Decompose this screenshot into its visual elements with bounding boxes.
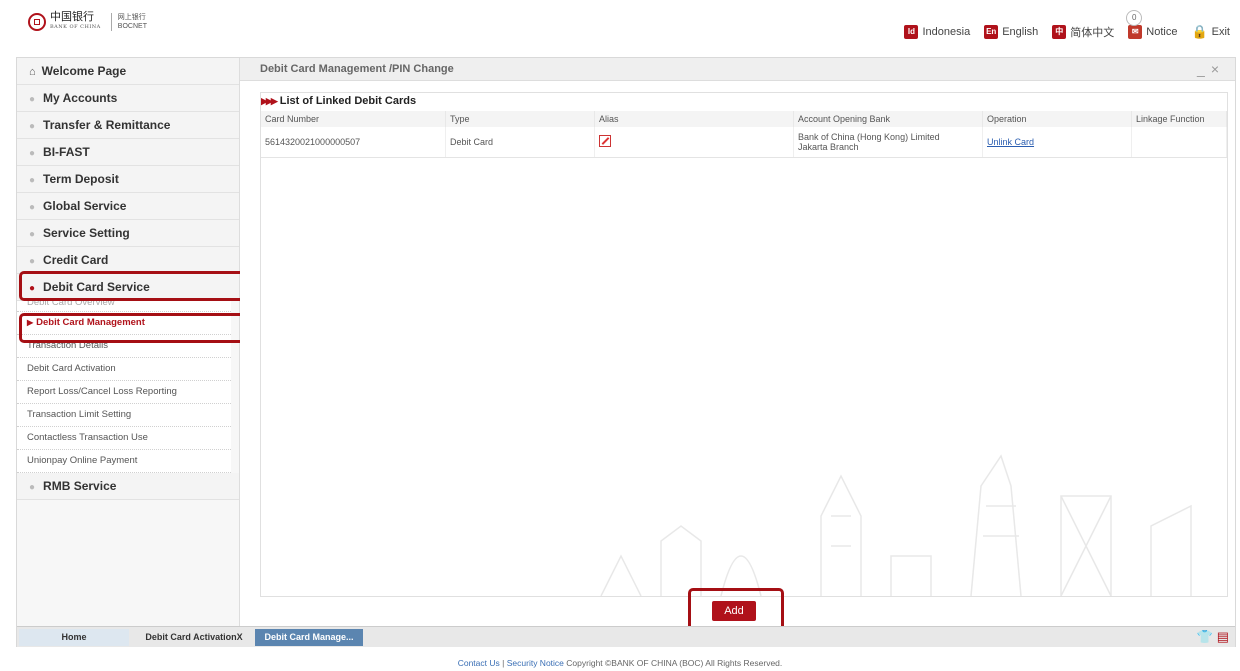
sidebar-item-my-accounts[interactable]: ● My Accounts <box>17 85 239 112</box>
footer-separator: | <box>502 658 505 668</box>
tab-debit-card-management[interactable]: Debit Card Manage... <box>255 629 363 646</box>
sidebar-item-service-setting[interactable]: ● Service Setting <box>17 220 239 247</box>
sidebar-item-label: Term Deposit <box>43 172 119 186</box>
city-skyline-watermark <box>600 454 1192 596</box>
bank-line-2: Jakarta Branch <box>798 142 859 152</box>
security-notice-link[interactable]: Security Notice <box>507 658 564 668</box>
sidebar-item-credit-card[interactable]: ● Credit Card <box>17 247 239 274</box>
type-cell: Debit Card <box>445 127 595 158</box>
bank-name-cn: 中国银行 <box>50 10 94 23</box>
bank-logo: 中国银行 BANK OF CHINA 网上银行 BOCNET <box>28 10 147 32</box>
bottom-tab-bar: Home Debit Card ActivationX Debit Card M… <box>17 626 1235 647</box>
chinese-flag-icon: 中 <box>1052 25 1067 39</box>
copyright-text: Copyright ©BANK OF CHINA (BOC) All Right… <box>566 658 783 668</box>
bank-cell: Bank of China (Hong Kong) Limited Jakarta… <box>793 127 983 158</box>
list-heading-label: List of Linked Debit Cards <box>279 95 417 107</box>
top-bar: 中国银行 BANK OF CHINA 网上银行 BOCNET Id Indone… <box>0 0 1240 56</box>
bullet-icon: ● <box>29 148 36 159</box>
service-name-cn: 网上银行 <box>117 14 146 21</box>
lang-english-label: English <box>1002 26 1039 38</box>
english-flag-icon: En <box>984 25 999 39</box>
tab-debit-card-activation[interactable]: Debit Card ActivationX <box>135 629 253 646</box>
col-card-number: Card Number <box>261 111 446 127</box>
table-row: 5614320021000000507 Debit Card Bank of C… <box>261 127 1227 158</box>
bank-name-en: BANK OF CHINA <box>50 24 101 30</box>
indonesia-flag-icon: Id <box>904 25 919 39</box>
cards-panel: ▶▶▶ List of Linked Debit Cards Card Numbe… <box>260 92 1228 597</box>
service-name-en: BOCNET <box>117 23 147 30</box>
sidebar-item-label: Global Service <box>43 199 127 213</box>
col-type: Type <box>445 111 595 127</box>
boc-logo-icon <box>28 13 46 31</box>
lang-indonesia-label: Indonesia <box>922 26 971 38</box>
list-heading: ▶▶▶ List of Linked Debit Cards <box>261 93 416 109</box>
highlight-debit-card-management <box>19 313 247 343</box>
lang-chinese-link[interactable]: 中 简体中文 <box>1052 24 1114 40</box>
bank-line-1: Bank of China (Hong Kong) Limited <box>798 132 940 142</box>
unlink-card-link[interactable]: Unlink Card <box>982 127 1132 158</box>
notice-link[interactable]: 0 ✉ Notice <box>1126 10 1178 39</box>
lang-chinese-label: 简体中文 <box>1070 27 1115 39</box>
col-linkage: Linkage Function <box>1131 111 1227 127</box>
bullet-icon: ● <box>29 229 36 240</box>
sidebar-item-label: RMB Service <box>43 479 117 493</box>
page-title: Debit Card Management /PIN Change <box>260 63 454 75</box>
edit-icon[interactable] <box>599 135 611 147</box>
exit-link[interactable]: 🔒 Exit <box>1191 24 1230 40</box>
linkage-cell <box>1131 127 1227 158</box>
lock-icon: 🔒 <box>1191 24 1208 39</box>
sidebar-sub-contactless[interactable]: Contactless Transaction Use <box>17 427 231 450</box>
alias-cell <box>594 127 794 158</box>
content-area: Debit Card Management /PIN Change _× ▶▶▶… <box>240 58 1235 632</box>
sidebar-sub-debit-card-overview[interactable]: Debit Card Overview <box>17 301 231 312</box>
sidebar-sub-report-loss[interactable]: Report Loss/Cancel Loss Reporting <box>17 381 231 404</box>
bullet-icon: ● <box>29 482 36 493</box>
main-frame: ⌂ Welcome Page ● My Accounts ● Transfer & R… <box>16 57 1236 647</box>
close-icon[interactable]: × <box>1211 61 1225 77</box>
col-bank: Account Opening Bank <box>793 111 983 127</box>
sidebar-item-label: Service Setting <box>43 226 130 240</box>
linked-cards-table: Card Number Type Alias Account Opening B… <box>261 111 1227 158</box>
bullet-icon: ● <box>29 202 36 213</box>
tab-home[interactable]: Home <box>19 629 129 646</box>
triple-arrow-icon: ▶▶▶ <box>261 96 278 106</box>
minimize-icon[interactable]: _ <box>1197 61 1211 77</box>
bullet-icon: ● <box>29 94 36 105</box>
notice-label: Notice <box>1146 26 1178 38</box>
sidebar-item-label: Transfer & Remittance <box>43 118 171 132</box>
lang-indonesia-link[interactable]: Id Indonesia <box>904 25 970 39</box>
content-title-bar: Debit Card Management /PIN Change _× <box>240 58 1235 81</box>
sidebar-item-label: BI-FAST <box>43 145 90 159</box>
shirt-icon[interactable]: 👕 <box>1197 629 1213 645</box>
home-icon: ⌂ <box>29 66 36 78</box>
printer-icon[interactable]: ▤ <box>1217 629 1229 645</box>
sidebar-sub-unionpay[interactable]: Unionpay Online Payment <box>17 450 231 473</box>
notice-count-badge: 0 <box>1126 10 1143 26</box>
footer: Contact Us | Security Notice Copyright ©… <box>0 658 1240 668</box>
sidebar-item-global-service[interactable]: ● Global Service <box>17 193 239 220</box>
bullet-icon: ● <box>29 121 36 132</box>
card-number-cell: 5614320021000000507 <box>261 127 446 158</box>
sidebar-item-welcome[interactable]: ⌂ Welcome Page <box>17 58 239 85</box>
col-alias: Alias <box>594 111 794 127</box>
col-operation: Operation <box>982 111 1132 127</box>
lang-english-link[interactable]: En English <box>984 25 1038 39</box>
sidebar-sub-debit-card-activation[interactable]: Debit Card Activation <box>17 358 231 381</box>
sidebar-item-label: Welcome Page <box>41 64 127 78</box>
bullet-icon: ● <box>29 256 36 267</box>
mail-icon: ✉ <box>1128 25 1143 39</box>
bullet-icon: ● <box>29 175 36 186</box>
sidebar-item-term-deposit[interactable]: ● Term Deposit <box>17 166 239 193</box>
sidebar-sub-transaction-limit[interactable]: Transaction Limit Setting <box>17 404 231 427</box>
highlight-debit-card-service <box>19 271 247 301</box>
sidebar-item-transfer[interactable]: ● Transfer & Remittance <box>17 112 239 139</box>
table-header-row: Card Number Type Alias Account Opening B… <box>261 111 1227 127</box>
contact-us-link[interactable]: Contact Us <box>458 658 500 668</box>
sidebar-item-rmb-service[interactable]: ● RMB Service <box>17 473 239 500</box>
sidebar-item-bi-fast[interactable]: ● BI-FAST <box>17 139 239 166</box>
top-links: Id Indonesia En English 中 简体中文 0 ✉ Notic… <box>904 10 1230 40</box>
sidebar-item-label: Credit Card <box>43 253 109 267</box>
exit-label: Exit <box>1211 26 1230 38</box>
sidebar-item-label: My Accounts <box>43 91 118 105</box>
